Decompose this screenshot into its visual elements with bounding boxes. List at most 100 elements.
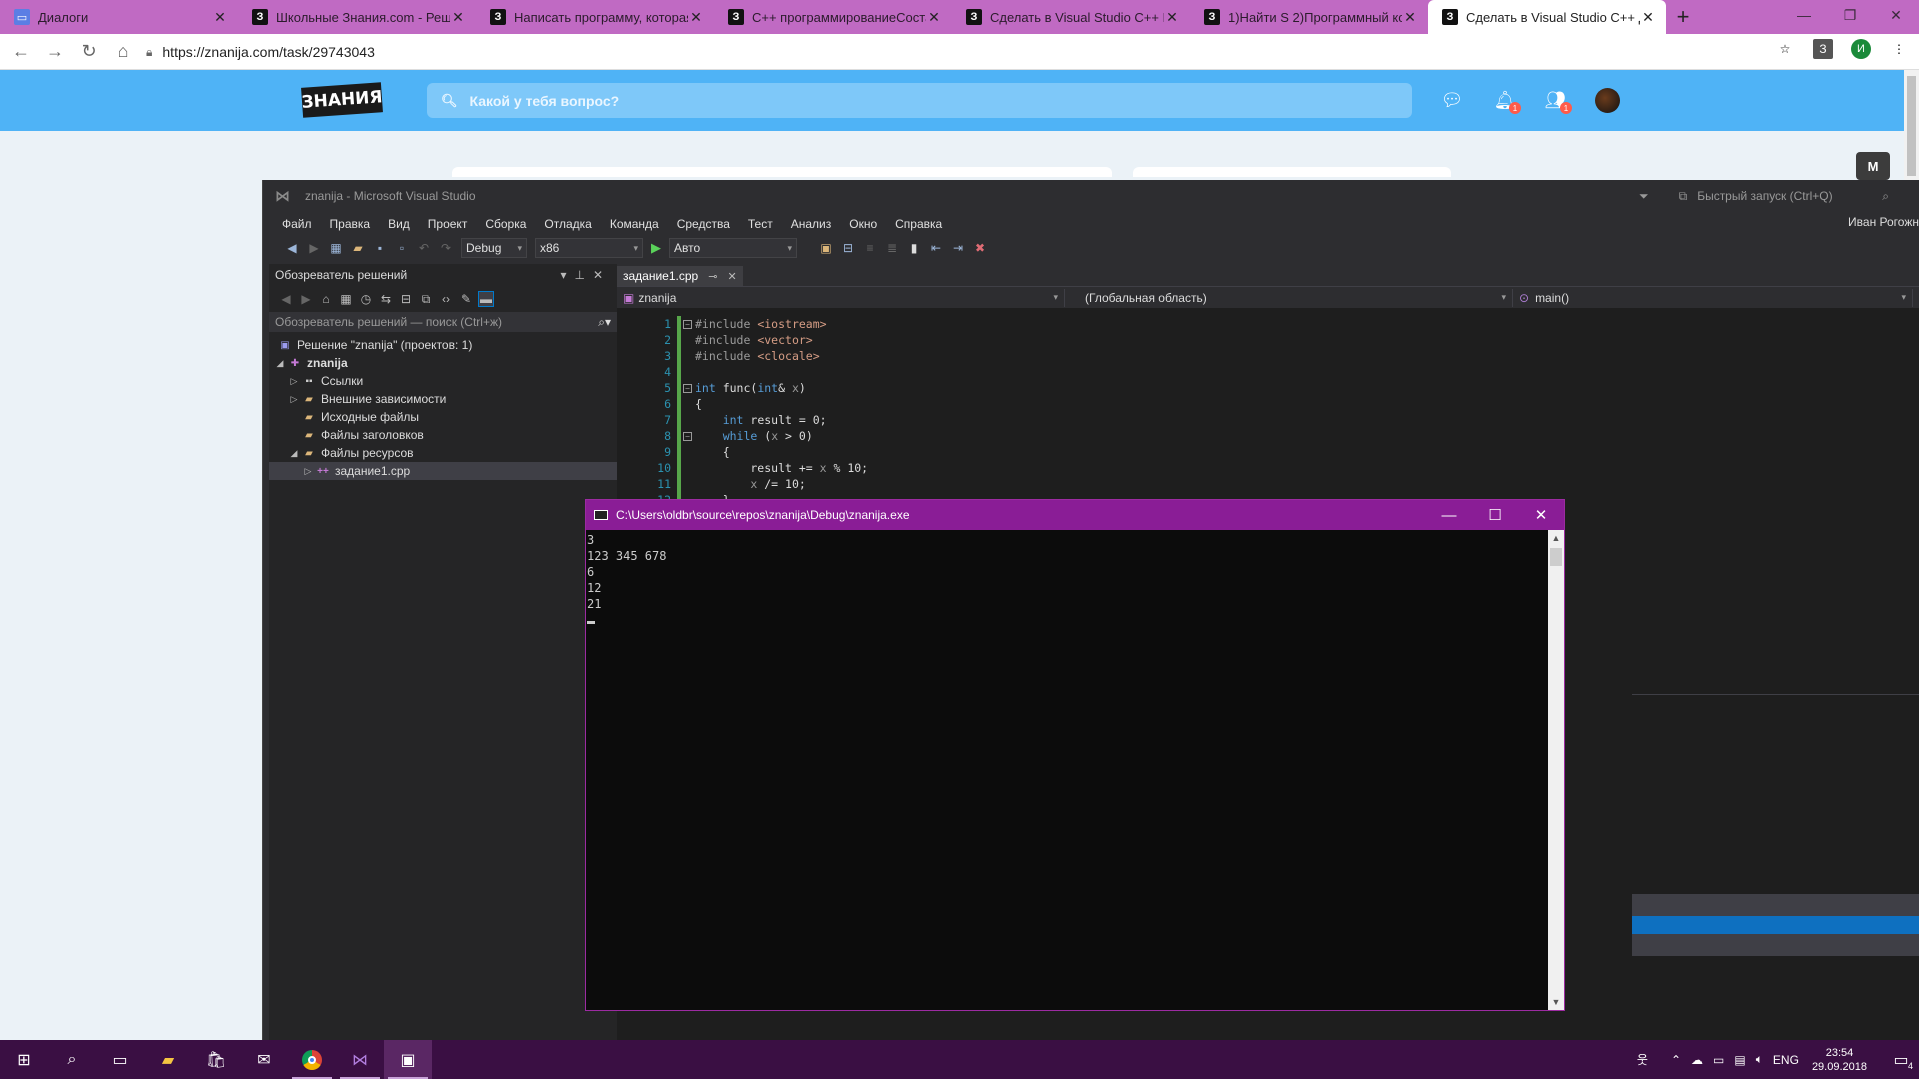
store-icon[interactable]: 🛍︎ — [192, 1040, 240, 1079]
save-icon[interactable]: ▪ — [373, 241, 387, 255]
start-windows-icon[interactable]: ⊞ — [0, 1040, 48, 1079]
close-tab-icon[interactable]: ✕ — [926, 9, 942, 26]
tree-item-cpp-file[interactable]: ▷ ++ задание1.cpp — [269, 462, 617, 480]
browser-tab[interactable]: З C++ программированиеСоставь ✕ — [714, 0, 952, 34]
collapsed-arrow-icon[interactable]: ▷ — [301, 466, 315, 477]
expanded-arrow-icon[interactable]: ◢ — [287, 448, 301, 459]
console-output[interactable]: 3 123 345 678 6 12 21 — [586, 530, 1549, 1010]
start-debug-icon[interactable]: ▶ — [651, 240, 661, 256]
tree-item-project[interactable]: ◢ ✚ znanija — [269, 354, 617, 372]
console-title-bar[interactable]: C:\Users\oldbr\source\repos\znanija\Debu… — [586, 500, 1564, 530]
close-tab-icon[interactable]: ✕ — [1402, 9, 1418, 26]
action-center-icon[interactable]: ▭ 4 — [1883, 1040, 1919, 1079]
new-tab-button[interactable]: + — [1666, 0, 1700, 34]
network-icon[interactable]: ▤ — [1734, 1053, 1745, 1067]
onedrive-icon[interactable]: ☁ — [1691, 1053, 1703, 1067]
menu-debug[interactable]: Отладка — [535, 213, 600, 235]
show-all-files-icon[interactable]: ⧉ — [419, 292, 433, 306]
tree-item-references[interactable]: ▷ ▪▪ Ссылки — [269, 372, 617, 390]
menu-help[interactable]: Справка — [886, 213, 951, 235]
file-explorer-icon[interactable]: ▰ — [144, 1040, 192, 1079]
znanija-extension-icon[interactable]: З — [1813, 39, 1833, 59]
preview-selected-icon[interactable]: ▬ — [478, 291, 494, 307]
friends-icon[interactable]: 👥︎ 1 — [1544, 88, 1572, 114]
close-tab-icon[interactable]: ✕ — [688, 9, 704, 26]
browser-tab[interactable]: ▭ Диалоги ✕ — [0, 0, 238, 34]
view-code-icon[interactable]: ‹› — [439, 292, 453, 306]
collapsed-arrow-icon[interactable]: ▷ — [287, 376, 301, 387]
taskbar-clock[interactable]: 23:54 29.09.2018 — [1812, 1046, 1867, 1074]
menu-kebab-icon[interactable]: ⋮ — [1889, 39, 1909, 59]
messages-icon[interactable]: 💬︎ — [1440, 88, 1464, 112]
menu-test[interactable]: Тест — [739, 213, 782, 235]
znanija-logo[interactable]: ЗНАНИЯ — [301, 82, 383, 118]
visual-studio-icon[interactable]: ⋈ — [336, 1040, 384, 1079]
menu-view[interactable]: Вид — [379, 213, 419, 235]
close-tab-icon[interactable]: ✕ — [727, 270, 736, 283]
forward-icon[interactable]: → — [38, 35, 72, 69]
save-all-icon[interactable]: ▫ — [395, 241, 409, 255]
m-floating-button[interactable]: M — [1856, 152, 1890, 180]
browser-tab[interactable]: З Написать программу, которая в ✕ — [476, 0, 714, 34]
menu-build[interactable]: Сборка — [476, 213, 535, 235]
feedback-icon[interactable]: ⧉ — [1679, 189, 1688, 204]
next-bookmark-icon[interactable]: ⇥ — [951, 241, 965, 255]
menu-analyze[interactable]: Анализ — [782, 213, 841, 235]
sync-icon[interactable]: ⇆ — [379, 292, 393, 306]
tree-item-external-deps[interactable]: ▷ ▰ Внешние зависимости — [269, 390, 617, 408]
quick-launch-box[interactable]: ⏷ ⧉ Быстрый запуск (Ctrl+Q) ⌕ — [1639, 186, 1889, 206]
search-icon[interactable]: ⌕ — [48, 1040, 96, 1079]
battery-icon[interactable]: ▭ — [1713, 1053, 1724, 1067]
menu-edit[interactable]: Правка — [321, 213, 380, 235]
editor-tab[interactable]: задание1.cpp ⊸ ✕ — [617, 266, 743, 286]
home-icon[interactable]: ⌂ — [106, 35, 140, 69]
bookmark-star-icon[interactable]: ☆ — [1775, 39, 1795, 59]
solution-explorer-search[interactable]: Обозреватель решений — поиск (Ctrl+ж) ⌕▾ — [269, 312, 617, 332]
minimize-icon[interactable]: — — [1781, 0, 1827, 30]
task-view-icon[interactable]: ▭ — [96, 1040, 144, 1079]
vs-user-name[interactable]: Иван Рогожн — [1848, 215, 1919, 229]
close-tab-icon[interactable]: ✕ — [212, 9, 228, 26]
user-avatar[interactable] — [1595, 88, 1620, 113]
back-icon[interactable]: ← — [4, 35, 38, 69]
project-dropdown[interactable]: ▣ znanija — [617, 288, 1065, 307]
nav-back-icon[interactable]: ◀ — [285, 241, 299, 255]
redo-icon[interactable]: ↷ — [439, 241, 453, 255]
run-target-select[interactable]: Авто — [669, 238, 797, 258]
collapse-all-icon[interactable]: ⊟ — [399, 292, 413, 306]
browser-tab[interactable]: З Школьные Знания.com - Решаю ✕ — [238, 0, 476, 34]
menu-team[interactable]: Команда — [601, 213, 668, 235]
input-language[interactable]: ENG — [1773, 1053, 1799, 1067]
page-scrollbar-thumb[interactable] — [1907, 76, 1916, 176]
menu-file[interactable]: Файл — [273, 213, 321, 235]
prev-bookmark-icon[interactable]: ⇤ — [929, 241, 943, 255]
home-icon[interactable]: ⌂ — [319, 292, 333, 306]
open-file-icon[interactable]: ▰ — [351, 241, 365, 255]
restore-icon[interactable]: ❐ — [1827, 0, 1873, 30]
nav-forward-icon[interactable]: ▶ — [307, 241, 321, 255]
scrollbar-thumb[interactable] — [1550, 548, 1562, 566]
minimize-icon[interactable]: — — [1426, 500, 1472, 530]
search-icon[interactable]: ⌕ — [1882, 189, 1889, 204]
panel-pin-close-icons[interactable]: ▾⊥✕ — [560, 268, 611, 282]
expanded-arrow-icon[interactable]: ◢ — [273, 358, 287, 369]
console-app-icon[interactable]: ▣ — [384, 1040, 432, 1079]
scroll-down-icon[interactable]: ▼ — [1548, 994, 1564, 1010]
clear-bookmarks-icon[interactable]: ✖ — [973, 241, 987, 255]
menu-tools[interactable]: Средства — [668, 213, 739, 235]
properties-wrench-icon[interactable]: ✎ — [459, 292, 473, 306]
member-dropdown[interactable]: ⊙ main() — [1513, 288, 1913, 307]
volume-icon[interactable]: 🔈︎ — [1756, 1052, 1763, 1067]
console-window[interactable]: C:\Users\oldbr\source\repos\znanija\Debu… — [585, 499, 1565, 1011]
maximize-icon[interactable]: ☐ — [1472, 500, 1518, 530]
notifications-bell-icon[interactable]: 🔔︎ 1 — [1493, 88, 1521, 114]
tree-item-header-files[interactable]: ▰ Файлы заголовков — [269, 426, 617, 444]
profile-avatar[interactable]: И — [1851, 39, 1871, 59]
close-window-icon[interactable]: ✕ — [1873, 0, 1919, 30]
scroll-up-icon[interactable]: ▲ — [1548, 530, 1564, 546]
browser-tab[interactable]: З 1)Найти S 2)Программный код ✕ — [1190, 0, 1428, 34]
collapse-outline-icon[interactable]: − — [683, 320, 692, 329]
platform-select[interactable]: x86 — [535, 238, 643, 258]
comment-icon[interactable]: ≡ — [863, 241, 877, 255]
mail-icon[interactable]: ✉ — [240, 1040, 288, 1079]
